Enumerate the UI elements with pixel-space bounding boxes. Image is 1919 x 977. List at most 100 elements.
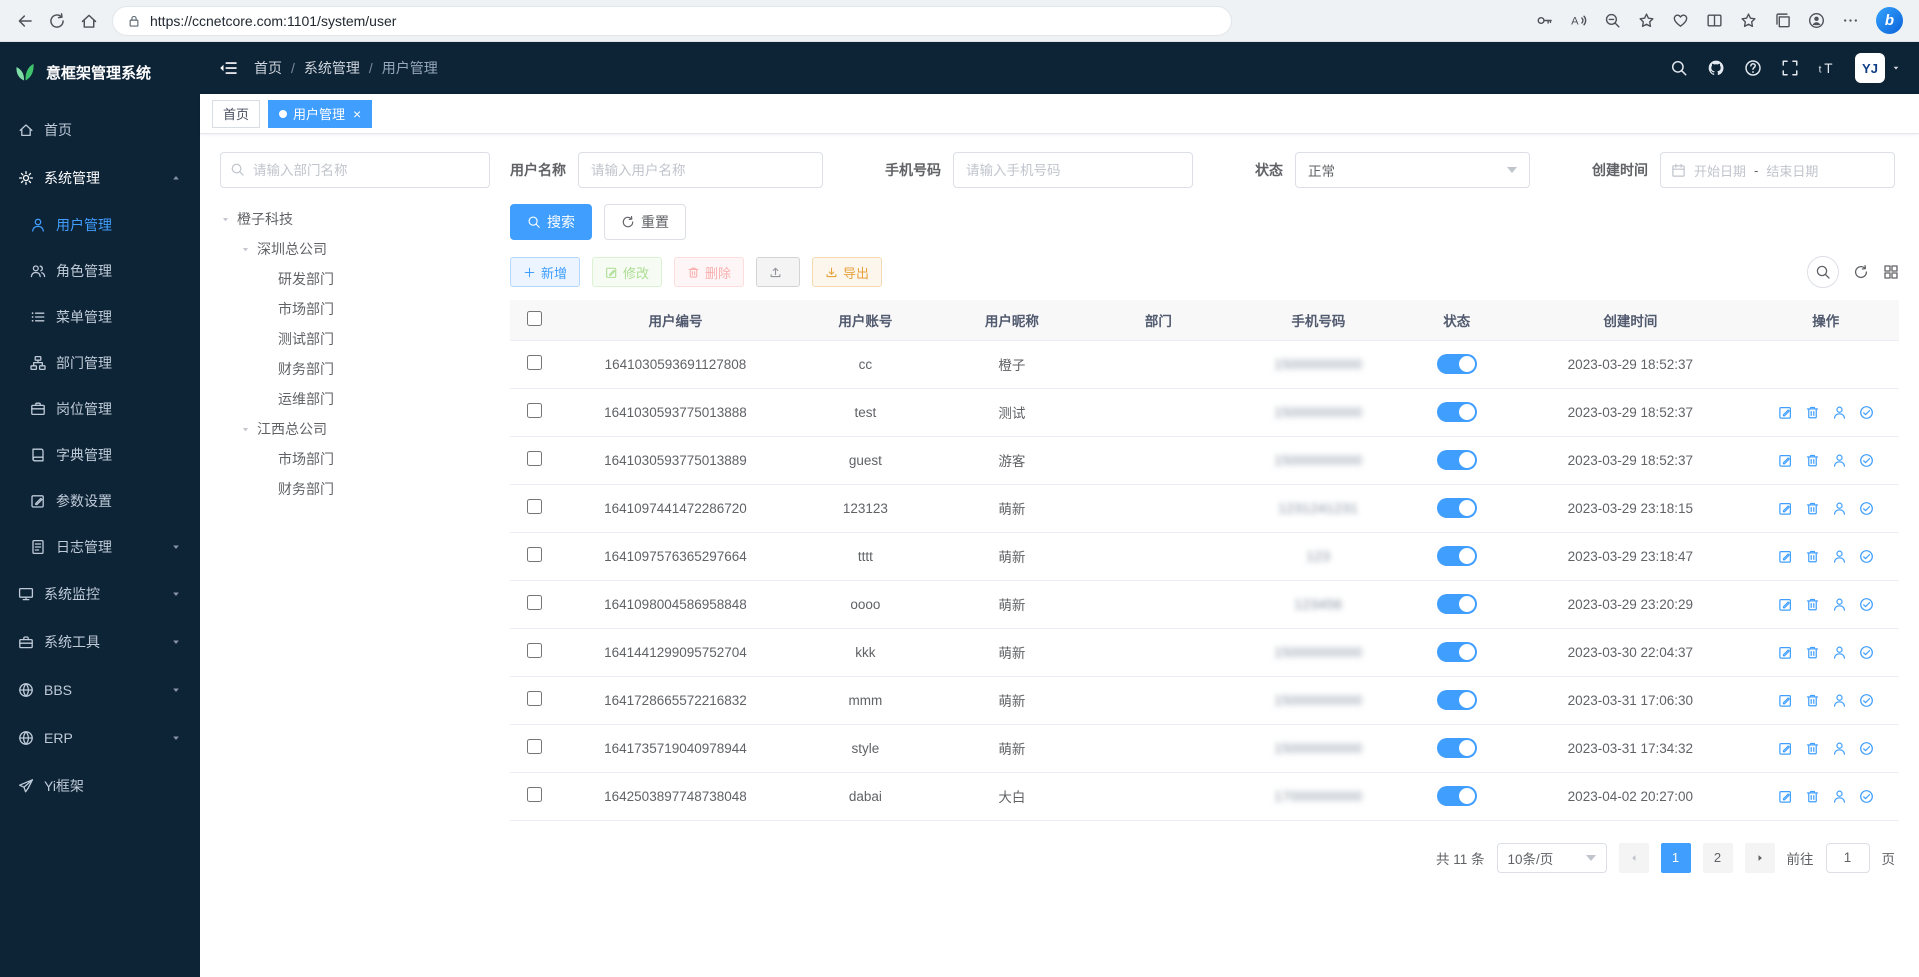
export-button[interactable]: 导出	[812, 257, 882, 287]
tree-node[interactable]: 测试部门	[220, 324, 490, 354]
table-row[interactable]: 1641097576365297664 tttt 萌新 123 2023-03-…	[510, 532, 1899, 580]
delete-row-icon[interactable]	[1805, 549, 1820, 564]
check-circle-icon[interactable]	[1859, 693, 1874, 708]
user-profile-icon[interactable]	[1832, 741, 1847, 756]
sidebar-item-system-monitor[interactable]: 系统监控	[0, 570, 200, 618]
user-avatar[interactable]: YJ	[1855, 53, 1901, 83]
browser-home-icon[interactable]	[80, 12, 98, 30]
user-profile-icon[interactable]	[1832, 693, 1847, 708]
tag-user-management[interactable]: 用户管理 ×	[268, 100, 372, 128]
row-checkbox[interactable]	[527, 787, 542, 802]
table-row[interactable]: 1641735719040978944 style 萌新 15000000000…	[510, 724, 1899, 772]
row-checkbox[interactable]	[527, 403, 542, 418]
delete-row-icon[interactable]	[1805, 645, 1820, 660]
reset-button[interactable]: 重置	[604, 204, 686, 240]
delete-row-icon[interactable]	[1805, 789, 1820, 804]
column-grid-icon[interactable]	[1883, 264, 1899, 280]
sidebar-item-system-management[interactable]: 系统管理	[0, 154, 200, 202]
breadcrumb-home[interactable]: 首页	[254, 58, 282, 78]
collections-icon[interactable]	[1774, 12, 1791, 29]
page-button-2[interactable]: 2	[1703, 843, 1733, 873]
check-circle-icon[interactable]	[1859, 789, 1874, 804]
delete-row-icon[interactable]	[1805, 405, 1820, 420]
search-button[interactable]: 搜索	[510, 204, 592, 240]
user-profile-icon[interactable]	[1832, 453, 1847, 468]
check-circle-icon[interactable]	[1859, 405, 1874, 420]
tag-home[interactable]: 首页	[212, 100, 260, 128]
tree-node[interactable]: 橙子科技	[220, 204, 490, 234]
password-key-icon[interactable]	[1536, 12, 1553, 29]
status-toggle[interactable]	[1437, 738, 1477, 758]
check-circle-icon[interactable]	[1859, 645, 1874, 660]
status-toggle[interactable]	[1437, 594, 1477, 614]
reload-icon[interactable]	[48, 12, 66, 30]
add-favorite-star-icon[interactable]	[1638, 12, 1655, 29]
user-profile-icon[interactable]	[1832, 549, 1847, 564]
dept-search-input[interactable]	[220, 152, 490, 188]
tree-node[interactable]: 研发部门	[220, 264, 490, 294]
tree-node[interactable]: 市场部门	[220, 294, 490, 324]
sidebar-item-param-settings[interactable]: 参数设置	[0, 478, 200, 524]
edit-row-icon[interactable]	[1778, 789, 1793, 804]
profile-avatar-icon[interactable]	[1808, 12, 1825, 29]
table-row[interactable]: 1641030593775013889 guest 游客 15000000000…	[510, 436, 1899, 484]
status-toggle[interactable]	[1437, 786, 1477, 806]
table-row[interactable]: 1641728665572216832 mmm 萌新 15000000000 2…	[510, 676, 1899, 724]
tree-node[interactable]: 运维部门	[220, 384, 490, 414]
sidebar-item-erp[interactable]: ERP	[0, 714, 200, 762]
edit-row-icon[interactable]	[1778, 453, 1793, 468]
delete-row-icon[interactable]	[1805, 453, 1820, 468]
status-toggle[interactable]	[1437, 498, 1477, 518]
row-checkbox[interactable]	[527, 451, 542, 466]
edit-row-icon[interactable]	[1778, 501, 1793, 516]
sidebar-item-role-management[interactable]: 角色管理	[0, 248, 200, 294]
row-checkbox[interactable]	[527, 643, 542, 658]
user-profile-icon[interactable]	[1832, 597, 1847, 612]
sidebar-item-home[interactable]: 首页	[0, 106, 200, 154]
edit-row-icon[interactable]	[1778, 549, 1793, 564]
sidebar-item-user-management[interactable]: 用户管理	[0, 202, 200, 248]
caret-down-icon[interactable]	[220, 214, 231, 225]
status-select[interactable]: 正常	[1295, 152, 1530, 188]
tree-node[interactable]: 深圳总公司	[220, 234, 490, 264]
edit-row-icon[interactable]	[1778, 405, 1793, 420]
status-toggle[interactable]	[1437, 402, 1477, 422]
check-circle-icon[interactable]	[1859, 549, 1874, 564]
sidebar-item-post-management[interactable]: 岗位管理	[0, 386, 200, 432]
caret-down-icon[interactable]	[240, 424, 251, 435]
user-profile-icon[interactable]	[1832, 789, 1847, 804]
table-row[interactable]: 1641030593691127808 cc 橙子 15000000000 20…	[510, 340, 1899, 388]
tag-close-icon[interactable]: ×	[353, 107, 361, 121]
sidebar-item-bbs[interactable]: BBS	[0, 666, 200, 714]
github-icon[interactable]	[1707, 59, 1725, 77]
edit-button[interactable]: 修改	[592, 257, 662, 287]
status-toggle[interactable]	[1437, 354, 1477, 374]
row-checkbox[interactable]	[527, 499, 542, 514]
user-profile-icon[interactable]	[1832, 501, 1847, 516]
edit-row-icon[interactable]	[1778, 741, 1793, 756]
menu-fold-icon[interactable]	[218, 58, 238, 78]
prev-page-button[interactable]	[1619, 843, 1649, 873]
zoom-out-icon[interactable]	[1604, 12, 1621, 29]
bing-logo[interactable]: b	[1876, 7, 1903, 34]
check-circle-icon[interactable]	[1859, 597, 1874, 612]
table-row[interactable]: 1641441299095752704 kkk 萌新 15000000000 2…	[510, 628, 1899, 676]
help-icon[interactable]	[1744, 59, 1762, 77]
import-button[interactable]	[756, 257, 800, 287]
table-row[interactable]: 1641097441472286720 123123 萌新 1231241231…	[510, 484, 1899, 532]
sidebar-item-dept-management[interactable]: 部门管理	[0, 340, 200, 386]
search-icon[interactable]	[1670, 59, 1688, 77]
next-page-button[interactable]	[1745, 843, 1775, 873]
check-circle-icon[interactable]	[1859, 453, 1874, 468]
toggle-search-button[interactable]	[1807, 256, 1839, 288]
phone-input[interactable]	[953, 152, 1193, 188]
select-all-checkbox[interactable]	[527, 311, 542, 326]
row-checkbox[interactable]	[527, 739, 542, 754]
add-button[interactable]: 新增	[510, 257, 580, 287]
font-size-icon[interactable]	[1818, 59, 1836, 77]
favorites-icon[interactable]	[1740, 12, 1757, 29]
edit-row-icon[interactable]	[1778, 597, 1793, 612]
table-row[interactable]: 1642503897748738048 dabai 大白 17000000000…	[510, 772, 1899, 820]
table-row[interactable]: 1641030593775013888 test 测试 15000000000 …	[510, 388, 1899, 436]
tree-node[interactable]: 财务部门	[220, 354, 490, 384]
